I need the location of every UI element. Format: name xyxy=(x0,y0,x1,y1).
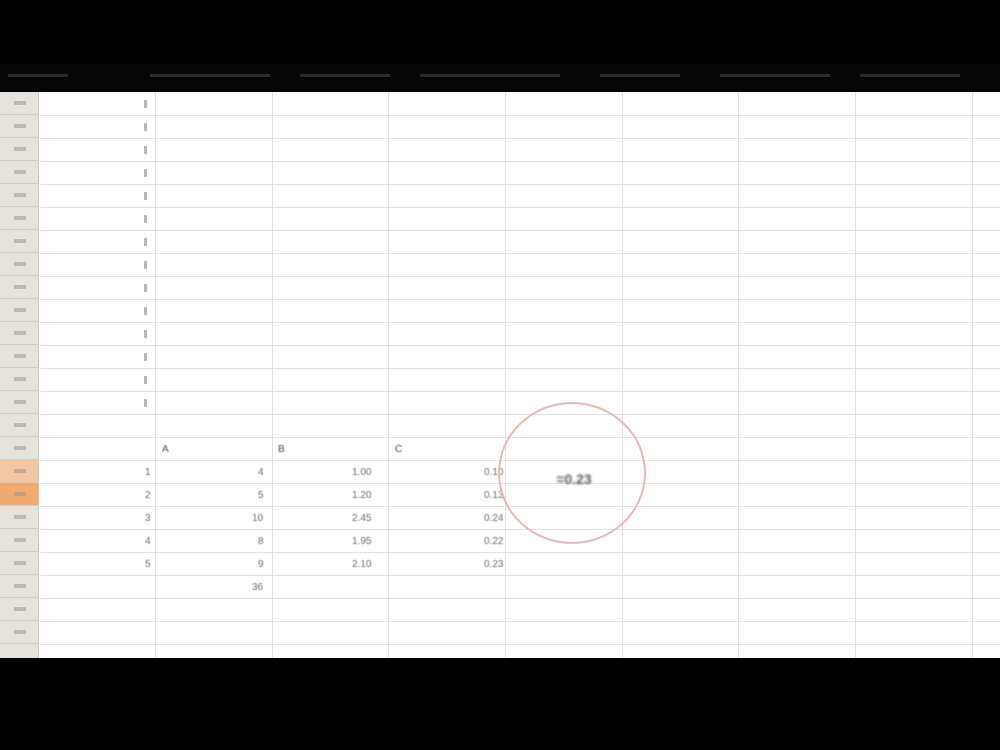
row-number xyxy=(14,147,26,151)
cell-a[interactable]: 5 xyxy=(145,559,151,570)
column-divider xyxy=(738,92,739,658)
row-header[interactable] xyxy=(0,414,38,437)
row-number xyxy=(14,446,26,450)
row-header[interactable] xyxy=(0,529,38,552)
row-number xyxy=(14,331,26,335)
row-number xyxy=(14,239,26,243)
row-number xyxy=(14,630,26,634)
cell-b[interactable]: 5 xyxy=(258,490,264,501)
column-a-entries xyxy=(144,100,147,407)
row-header[interactable] xyxy=(0,253,38,276)
row-header[interactable] xyxy=(0,621,38,644)
column-divider xyxy=(622,92,623,658)
row-header[interactable] xyxy=(0,506,38,529)
cell-c[interactable]: 1.95 xyxy=(352,536,371,547)
column-divider xyxy=(505,92,506,658)
row-number xyxy=(14,354,26,358)
highlighted-cell-value[interactable]: =0.23 xyxy=(528,464,620,494)
row-number xyxy=(14,607,26,611)
row-number xyxy=(14,262,26,266)
row-number xyxy=(14,101,26,105)
row-header[interactable] xyxy=(0,184,38,207)
cell-b[interactable]: 4 xyxy=(258,467,264,478)
row-number xyxy=(14,561,26,565)
cell-a[interactable]: 2 xyxy=(145,490,151,501)
row-header[interactable] xyxy=(0,92,38,115)
row-number xyxy=(14,216,26,220)
column-divider xyxy=(972,92,973,658)
column-divider xyxy=(388,92,389,658)
row-number xyxy=(14,492,26,496)
cell-c[interactable]: 2.10 xyxy=(352,559,371,570)
row-header[interactable] xyxy=(0,322,38,345)
row-header[interactable] xyxy=(0,368,38,391)
row-header[interactable] xyxy=(0,115,38,138)
cell-b[interactable]: 8 xyxy=(258,536,264,547)
cell-b[interactable]: 10 xyxy=(252,513,263,524)
cell-c[interactable]: 1.00 xyxy=(352,467,371,478)
column-divider xyxy=(855,92,856,658)
row-number xyxy=(14,538,26,542)
toolbar-speck xyxy=(600,74,680,77)
cell-a[interactable]: 4 xyxy=(145,536,151,547)
cell-a[interactable]: 1 xyxy=(145,467,151,478)
cell-d[interactable]: 0.22 xyxy=(484,536,503,547)
toolbar-speck xyxy=(8,74,68,77)
row-number xyxy=(14,193,26,197)
row-number xyxy=(14,469,26,473)
toolbar-speck xyxy=(420,74,560,77)
toolbar-speck xyxy=(150,74,270,77)
row-number xyxy=(14,423,26,427)
row-header[interactable] xyxy=(0,161,38,184)
cell-b-sum[interactable]: 36 xyxy=(252,582,263,593)
cell-b[interactable]: 9 xyxy=(258,559,264,570)
row-number xyxy=(14,308,26,312)
spreadsheet-grid[interactable]: A B C 1 4 1.00 0.10 2 5 1.20 0.13 3 10 2… xyxy=(0,92,1000,658)
block-header-c[interactable]: C xyxy=(395,444,402,455)
row-header[interactable] xyxy=(0,552,38,575)
block-header-a[interactable]: A xyxy=(162,444,169,455)
cell-d[interactable]: 0.23 xyxy=(484,559,503,570)
row-header[interactable] xyxy=(0,230,38,253)
video-frame: A B C 1 4 1.00 0.10 2 5 1.20 0.13 3 10 2… xyxy=(0,0,1000,750)
toolbar-speck xyxy=(300,74,390,77)
toolbar-speck xyxy=(720,74,830,77)
row-header[interactable] xyxy=(0,391,38,414)
row-number xyxy=(14,124,26,128)
toolbar-speck xyxy=(860,74,960,77)
row-number xyxy=(14,400,26,404)
row-header-column[interactable] xyxy=(0,92,39,658)
row-header[interactable] xyxy=(0,575,38,598)
column-divider xyxy=(272,92,273,658)
cell-a[interactable]: 3 xyxy=(145,513,151,524)
row-number xyxy=(14,377,26,381)
cell-d[interactable]: 0.24 xyxy=(484,513,503,524)
row-header[interactable] xyxy=(0,345,38,368)
row-header-selected[interactable] xyxy=(0,483,38,506)
row-header[interactable] xyxy=(0,598,38,621)
row-header[interactable] xyxy=(0,299,38,322)
row-number xyxy=(14,285,26,289)
row-number xyxy=(14,170,26,174)
row-number xyxy=(14,515,26,519)
cell-c[interactable]: 1.20 xyxy=(352,490,371,501)
row-number xyxy=(14,584,26,588)
row-header[interactable] xyxy=(0,437,38,460)
cell-c[interactable]: 2.45 xyxy=(352,513,371,524)
row-header[interactable] xyxy=(0,207,38,230)
row-header-selected[interactable] xyxy=(0,460,38,483)
block-header-b[interactable]: B xyxy=(278,444,285,455)
row-header[interactable] xyxy=(0,138,38,161)
toolbar-strip xyxy=(0,64,1000,90)
row-header[interactable] xyxy=(0,276,38,299)
